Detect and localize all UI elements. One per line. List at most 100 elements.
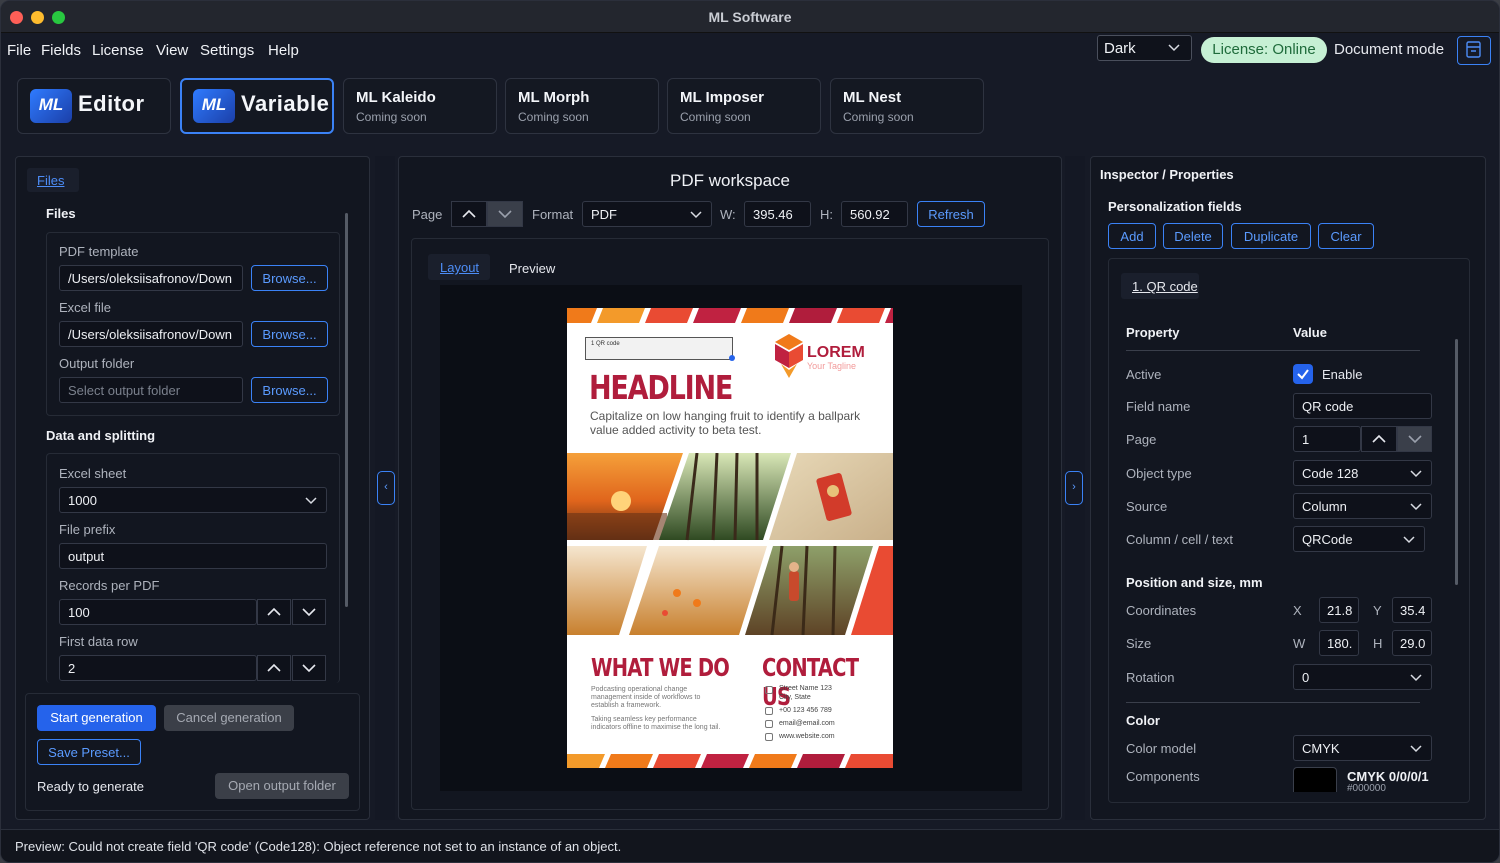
page-property-down-button[interactable] <box>1397 426 1432 452</box>
height-field[interactable]: 560.92 <box>841 201 908 227</box>
menu-view[interactable]: View <box>156 42 188 59</box>
files-heading: Files <box>46 206 76 221</box>
column-select[interactable]: QRCode <box>1293 526 1425 552</box>
tab-preview[interactable]: Preview <box>509 261 555 276</box>
menu-license[interactable]: License <box>92 42 144 59</box>
workspace-title: PDF workspace <box>670 171 790 190</box>
records-per-pdf-field[interactable]: 100 <box>59 599 257 625</box>
x-input[interactable]: 21.8 <box>1319 597 1359 623</box>
location-icon <box>765 686 773 694</box>
first-row-increment-button[interactable] <box>257 655 291 681</box>
app-tab-nest[interactable]: ML Nest Coming soon <box>830 78 984 134</box>
duplicate-field-button[interactable]: Duplicate <box>1231 223 1311 249</box>
app-tab-variable[interactable]: ML Variable <box>180 78 334 134</box>
clear-fields-button[interactable]: Clear <box>1318 223 1374 249</box>
theme-select[interactable]: Dark <box>1097 35 1192 61</box>
inspector-scrollbar[interactable] <box>1455 339 1458 585</box>
open-output-folder-button[interactable]: Open output folder <box>215 773 349 799</box>
active-checkbox[interactable] <box>1293 364 1313 384</box>
w-input[interactable]: 180. <box>1319 630 1359 656</box>
chevron-down-icon <box>1168 44 1180 52</box>
menu-fields[interactable]: Fields <box>41 42 81 59</box>
field-name-input[interactable]: QR code <box>1293 393 1432 419</box>
records-decrement-button[interactable] <box>292 599 326 625</box>
w-label: W <box>1293 636 1306 651</box>
browse-pdf-button[interactable]: Browse... <box>251 265 328 291</box>
chevron-down-icon <box>1410 503 1422 511</box>
rotation-select[interactable]: 0 <box>1293 664 1432 690</box>
first-data-row-label: First data row <box>59 634 138 649</box>
pdf-template-field[interactable]: /Users/oleksiisafronov/Down <box>59 265 243 291</box>
h-input[interactable]: 29.0 <box>1392 630 1432 656</box>
pdf-page-preview[interactable]: 1 QR code LOREM Your Tagline HEADLINE Ca… <box>567 308 893 768</box>
brand-name: LOREM <box>807 344 865 361</box>
app-window: ML Software File Fields License View Set… <box>0 0 1500 863</box>
collapse-left-button[interactable]: ‹ <box>377 471 395 505</box>
cancel-generation-button[interactable]: Cancel generation <box>164 705 294 731</box>
source-select[interactable]: Column <box>1293 493 1432 519</box>
chevron-up-icon <box>267 607 281 616</box>
start-generation-button[interactable]: Start generation <box>37 705 156 731</box>
app-tab-editor[interactable]: ML Editor <box>17 78 171 134</box>
web-icon <box>765 733 773 741</box>
add-field-button[interactable]: Add <box>1108 223 1156 249</box>
what-we-do-paragraph-1: Podcasting operational change management… <box>591 686 701 709</box>
save-preset-button[interactable]: Save Preset... <box>37 739 141 765</box>
page-up-button[interactable] <box>451 201 487 227</box>
delete-field-button[interactable]: Delete <box>1163 223 1223 249</box>
components-value: CMYK 0/0/0/1 <box>1347 769 1429 784</box>
width-field[interactable]: 395.46 <box>744 201 811 227</box>
pdf-template-label: PDF template <box>59 244 139 259</box>
qr-code-field-placeholder[interactable]: 1 QR code <box>585 337 733 360</box>
personalization-fields-heading: Personalization fields <box>1108 199 1242 214</box>
status-bar: Preview: Could not create field 'QR code… <box>1 829 1499 862</box>
resize-handle[interactable] <box>729 355 735 361</box>
browse-output-button[interactable]: Browse... <box>251 377 328 403</box>
window-title: ML Software <box>708 9 792 25</box>
contact-address: Street Name 123 <box>779 685 832 692</box>
menu-help[interactable]: Help <box>268 42 299 59</box>
source-label: Source <box>1126 499 1168 514</box>
first-row-decrement-button[interactable] <box>292 655 326 681</box>
app-tab-imposer[interactable]: ML Imposer Coming soon <box>667 78 821 134</box>
page-property-input[interactable]: 1 <box>1293 426 1361 452</box>
menu-settings[interactable]: Settings <box>200 42 254 59</box>
document-mode-label: Document mode <box>1334 41 1445 58</box>
menu-file[interactable]: File <box>7 42 31 59</box>
first-data-row-field[interactable]: 2 <box>59 655 257 681</box>
color-swatch[interactable] <box>1293 767 1337 792</box>
enable-label: Enable <box>1322 367 1363 382</box>
contact-city: City, State <box>779 694 811 701</box>
records-increment-button[interactable] <box>257 599 291 625</box>
page-property-up-button[interactable] <box>1361 426 1397 452</box>
file-prefix-field[interactable]: output <box>59 543 327 569</box>
field-tab-label: 1. QR code <box>1132 279 1198 294</box>
files-tab[interactable]: Files <box>27 168 79 192</box>
collapse-right-button[interactable]: › <box>1065 471 1083 505</box>
header-divider <box>1126 350 1420 351</box>
tab-layout[interactable]: Layout <box>428 254 490 280</box>
what-we-do-heading: WHAT WE DO <box>591 653 730 682</box>
excel-file-field[interactable]: /Users/oleksiisafronov/Down <box>59 321 243 347</box>
left-scrollbar[interactable] <box>345 213 348 607</box>
color-model-select[interactable]: CMYK <box>1293 735 1432 761</box>
chevron-down-icon <box>1403 536 1415 544</box>
field-tab-qr-code[interactable]: 1. QR code <box>1121 273 1199 299</box>
license-status-badge[interactable]: License: Online <box>1201 37 1327 63</box>
excel-sheet-select[interactable]: 1000 <box>59 487 327 513</box>
object-type-select[interactable]: Code 128 <box>1293 460 1432 486</box>
ml-logo-icon: ML <box>193 89 235 123</box>
output-folder-field[interactable]: Select output folder <box>59 377 243 403</box>
color-model-value: CMYK <box>1302 741 1340 756</box>
y-input[interactable]: 35.4 <box>1392 597 1432 623</box>
theme-select-value: Dark <box>1104 40 1136 57</box>
chevron-down-icon <box>1410 470 1422 478</box>
document-mode-button[interactable] <box>1457 36 1491 65</box>
page-down-button[interactable] <box>487 201 523 227</box>
app-tab-morph[interactable]: ML Morph Coming soon <box>505 78 659 134</box>
poster-subheadline: Capitalize on low hanging fruit to ident… <box>590 409 861 437</box>
format-select[interactable]: PDF <box>582 201 712 227</box>
app-tab-kaleido[interactable]: ML Kaleido Coming soon <box>343 78 497 134</box>
refresh-button[interactable]: Refresh <box>917 201 985 227</box>
browse-excel-button[interactable]: Browse... <box>251 321 328 347</box>
